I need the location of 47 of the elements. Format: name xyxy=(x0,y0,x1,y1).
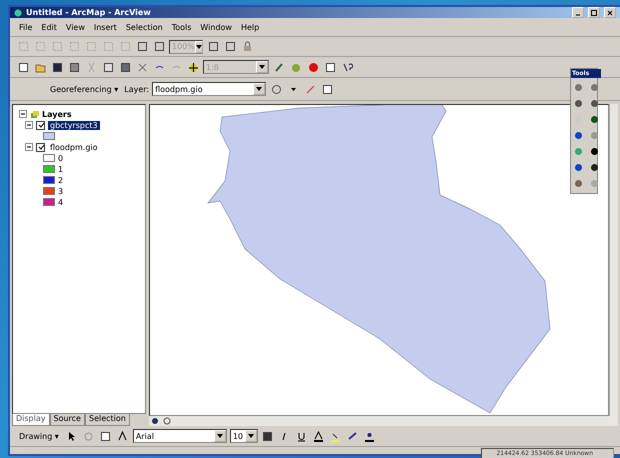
font-color-icon[interactable] xyxy=(312,429,326,443)
horizontal-scrollbar[interactable] xyxy=(149,416,618,426)
font-size-combo[interactable]: 10 xyxy=(230,429,258,443)
layer-name[interactable]: gbctyrspct3 xyxy=(48,120,100,130)
window-title: Untitled - ArcMap - ArcView xyxy=(26,8,152,17)
menu-item[interactable]: View xyxy=(62,22,88,32)
layer-label: Layer: xyxy=(124,84,150,94)
legend-label: 0 xyxy=(58,154,64,162)
legend-label: 2 xyxy=(58,176,64,184)
menu-item[interactable]: Insert xyxy=(90,22,120,32)
tab[interactable]: Display xyxy=(12,414,50,426)
minimize-button[interactable] xyxy=(572,7,584,18)
layers-icon xyxy=(30,110,39,118)
maximize-button[interactable] xyxy=(588,7,600,18)
legend-label: 4 xyxy=(58,198,64,206)
collapse-icon[interactable] xyxy=(25,143,33,151)
menu-item[interactable]: Window xyxy=(197,22,235,32)
menu-item[interactable]: Tools xyxy=(168,22,194,32)
layer-name[interactable]: floodpm.gio xyxy=(48,142,100,152)
layers-root: Layers xyxy=(42,110,72,118)
close-icon[interactable] xyxy=(607,10,613,16)
vertical-scrollbar[interactable] xyxy=(609,104,618,416)
layer-checkbox[interactable] xyxy=(36,120,45,130)
tab[interactable]: Source xyxy=(50,414,85,426)
caret-icon[interactable] xyxy=(256,87,262,91)
collapse-icon[interactable] xyxy=(19,110,27,118)
layer-combo[interactable]: floodpm.gio xyxy=(152,82,266,96)
app-icon xyxy=(14,8,22,16)
new-file-icon[interactable] xyxy=(16,60,30,74)
collapse-icon[interactable] xyxy=(25,121,33,129)
font-combo[interactable]: Arial xyxy=(132,429,227,443)
georeferencing-menu[interactable]: Georeferencing ▾ xyxy=(47,84,122,94)
drawing-menu[interactable]: Drawing ▾ xyxy=(16,432,62,440)
rectangle-icon[interactable] xyxy=(98,429,113,443)
menu-item[interactable]: Edit xyxy=(38,22,60,32)
layer-checkbox[interactable] xyxy=(36,142,45,152)
caret-icon[interactable] xyxy=(248,434,254,438)
menu-item[interactable]: File xyxy=(16,22,36,32)
close-button[interactable] xyxy=(604,7,616,18)
legend-label: 3 xyxy=(58,186,64,196)
add-data-icon[interactable] xyxy=(186,60,200,74)
tab[interactable]: Selection xyxy=(84,414,130,426)
legend-label: 1 xyxy=(58,164,64,174)
maximize-icon[interactable] xyxy=(591,10,597,16)
menu-item[interactable]: Help xyxy=(238,22,262,32)
caret-icon[interactable] xyxy=(216,434,223,438)
menu-item[interactable]: Selection xyxy=(122,22,166,32)
